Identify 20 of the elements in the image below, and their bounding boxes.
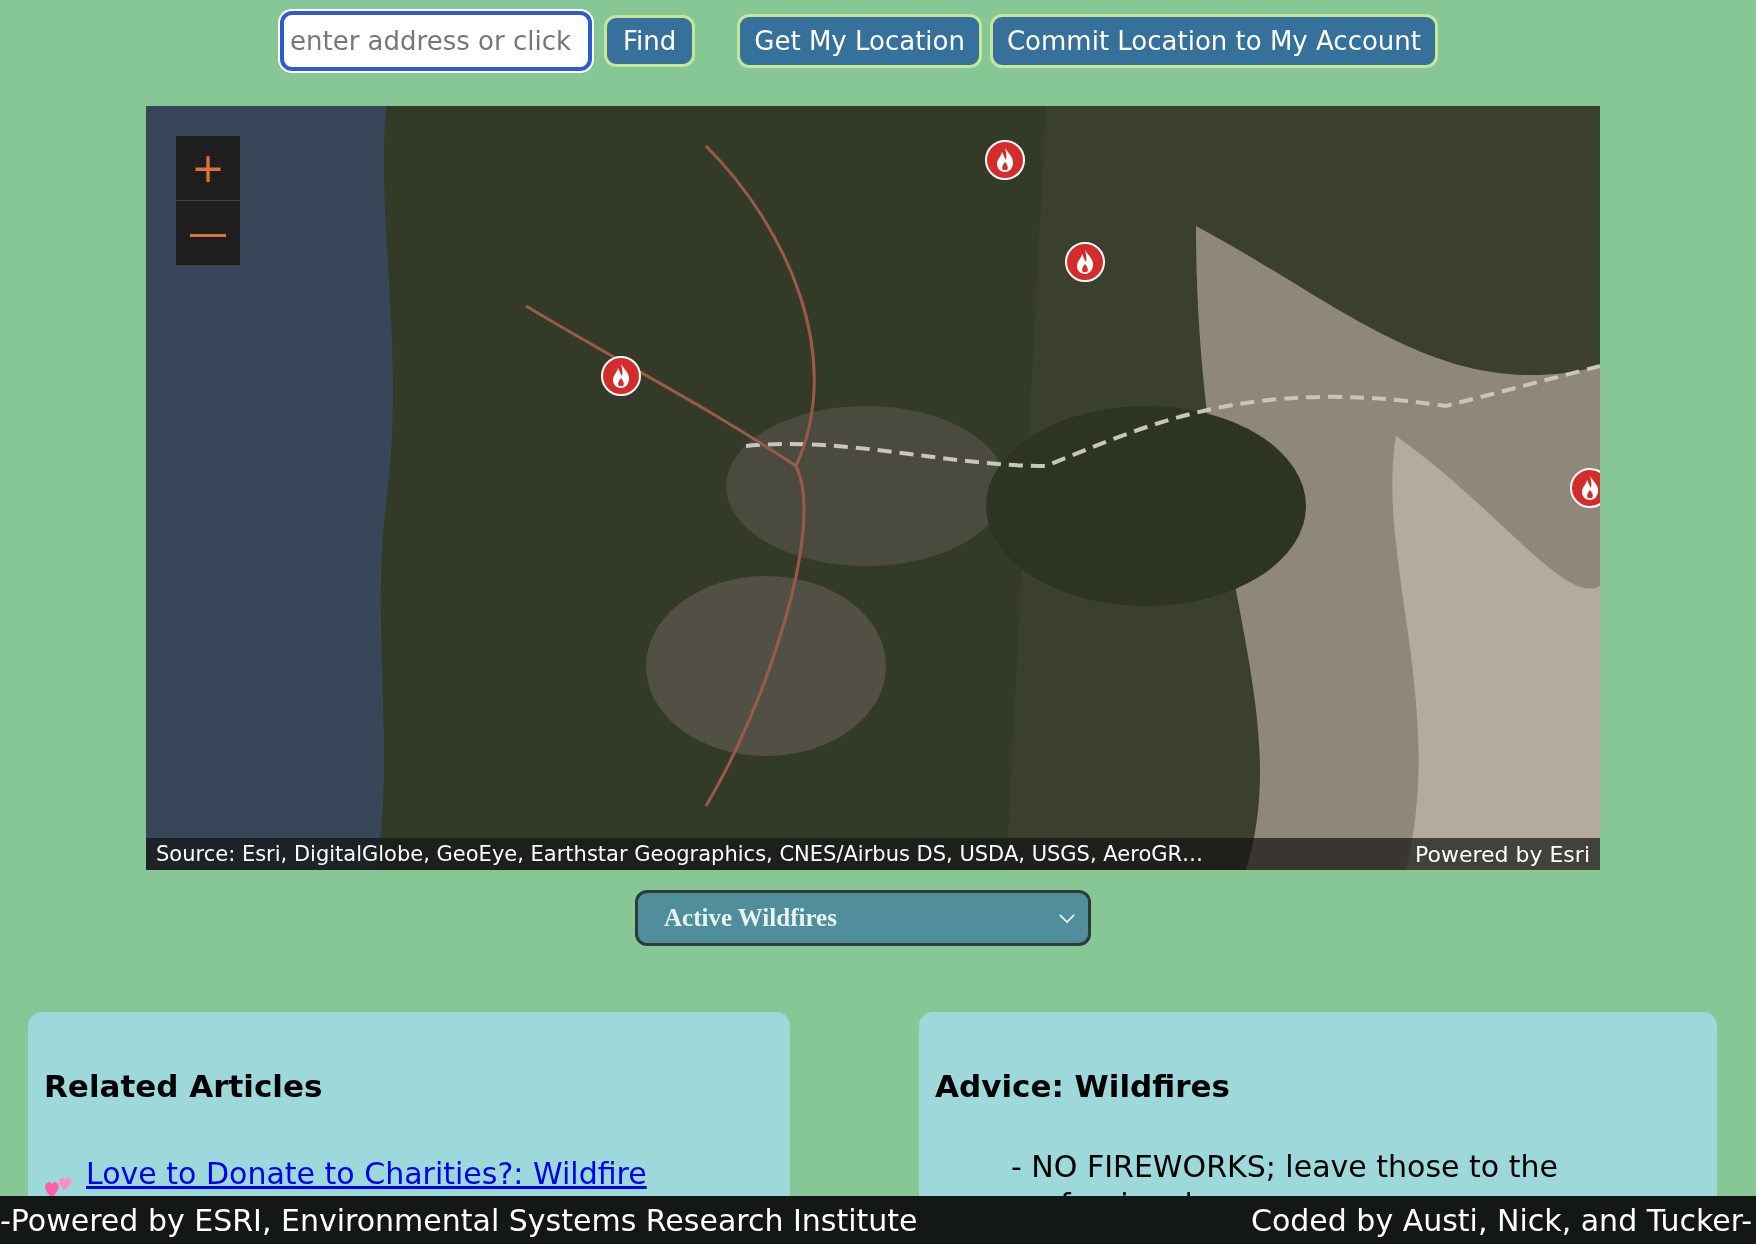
zoom-in-button[interactable]: + — [176, 136, 240, 201]
zoom-out-button[interactable]: — — [176, 201, 240, 266]
map-attribution: Source: Esri, DigitalGlobe, GeoEye, Earthstar Geographics, CNES/Airbus DS, USDA, USGS, AeroGR… — [156, 842, 1204, 866]
chevron-down-icon — [1058, 912, 1076, 924]
location-button[interactable]: Get My Location — [737, 14, 982, 68]
article-link[interactable]: Love to Donate to Charities?: Wildfire — [86, 1158, 647, 1190]
map[interactable]: + — Source: Esri, DigitalGlobe, GeoEye, Earthstar Geographics, CNES/Airbus DS, USDA, USGS, AeroGR… Powered by Esri — [146, 106, 1600, 870]
flame-marker-icon[interactable] — [985, 140, 1026, 181]
flame-marker-icon[interactable] — [601, 355, 642, 396]
panel-title: Advice: Wildfires — [935, 1068, 1231, 1104]
location-button[interactable]: Commit Location to My Account — [989, 14, 1438, 68]
footer-credit: Coded by Austi, Nick, and Tucker- — [1250, 1202, 1752, 1238]
panel-title: Related Articles — [44, 1068, 324, 1104]
powered-by-text: Powered by Esri — [1414, 841, 1590, 867]
flame-marker-icon[interactable] — [1569, 468, 1600, 508]
flame-marker-icon[interactable] — [1065, 241, 1106, 282]
find-button[interactable]: Find — [604, 15, 696, 67]
footer-credit: -Powered by ESRI, Environmental Systems Research Institute — [0, 1202, 918, 1238]
layer-dropdown[interactable]: Active Wildfires — [635, 890, 1091, 946]
address-field[interactable]: enter address or click — [280, 11, 592, 71]
